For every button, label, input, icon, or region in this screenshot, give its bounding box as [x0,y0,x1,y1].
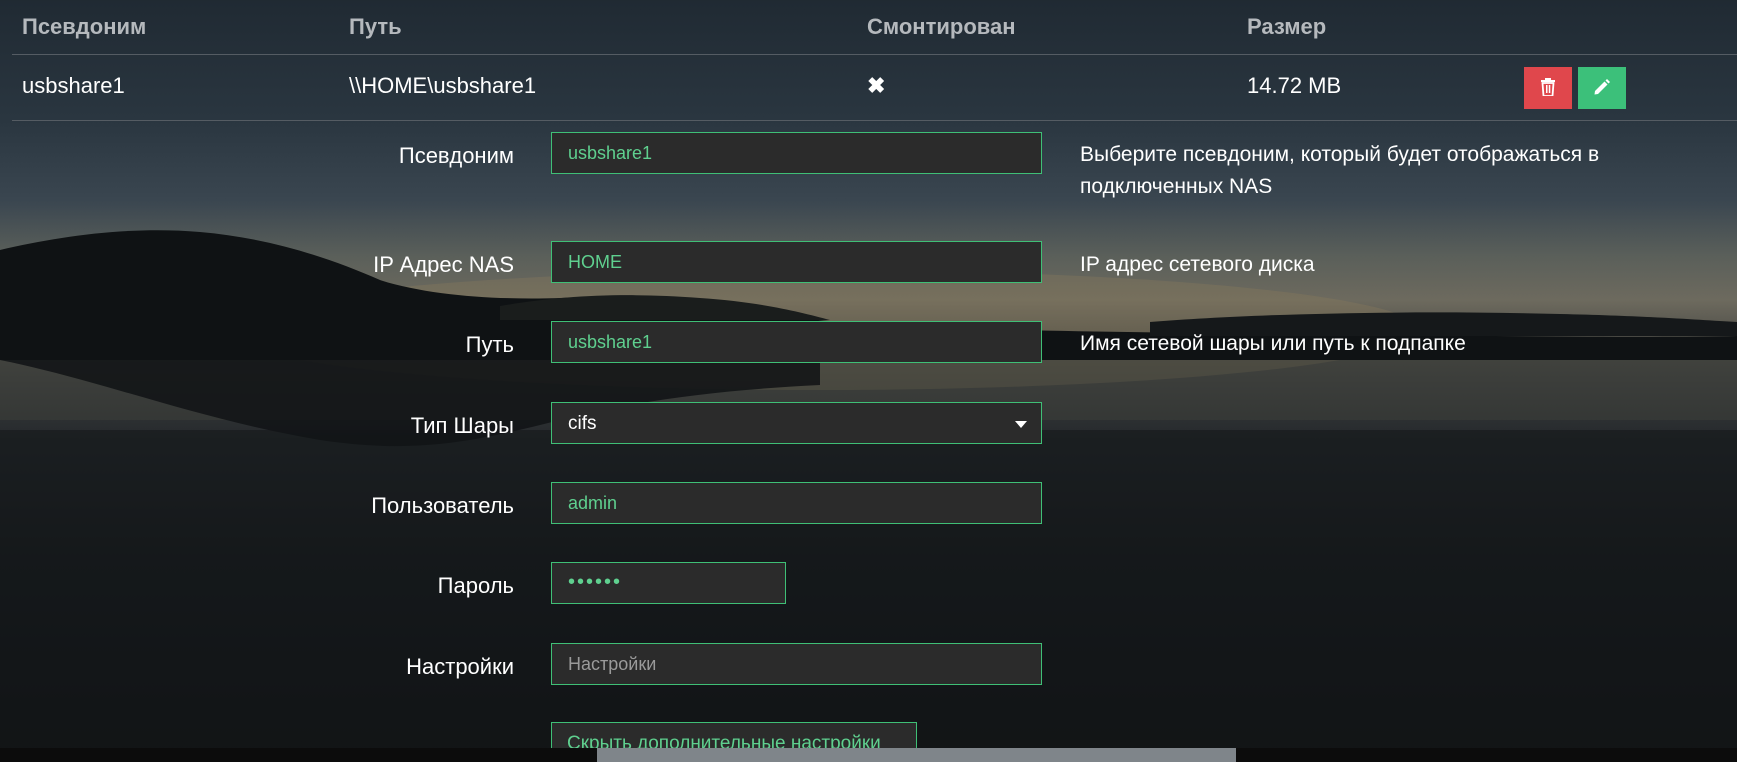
delete-button[interactable] [1524,67,1572,109]
header-alias: Псевдоним [22,14,147,39]
row-size: 14.72 MB [1247,73,1342,98]
help-ip: IP адрес сетевого диска [1080,253,1315,276]
header-mounted: Смонтирован [867,14,1016,39]
share-type-value: cifs [568,413,597,434]
alias-field[interactable] [551,132,1042,174]
header-path: Путь [349,14,402,39]
ip-field[interactable] [551,241,1042,283]
table-row: usbshare1 \\HOME\usbshare1 ✖ 14.72 MB [12,56,1737,121]
header-size: Размер [1247,14,1327,39]
label-share-type: Тип Шары [410,413,514,438]
share-type-select[interactable]: cifs [551,402,1042,444]
label-alias: Псевдоним [398,143,514,168]
edit-button[interactable] [1578,67,1626,109]
label-ip: IP Адрес NAS [373,252,514,277]
caret-down-icon [1015,421,1027,428]
help-path: Имя сетевой шары или путь к подпапке [1080,332,1466,355]
options-field[interactable] [551,643,1042,685]
label-user: Пользователь [371,493,514,518]
user-field[interactable] [551,482,1042,524]
cross-icon: ✖ [867,73,886,98]
label-options: Настройки [406,654,514,679]
label-path: Путь [465,332,514,357]
trash-icon [1540,77,1556,99]
help-alias: Выберите псевдоним, который будет отобра… [1080,143,1600,198]
table-header: Псевдоним Путь Смонтирован Размер [12,0,1737,55]
row-path: \\HOME\usbshare1 [349,73,537,98]
password-field[interactable]: •••••• [551,562,786,604]
label-password: Пароль [437,573,514,598]
path-field[interactable] [551,321,1042,363]
scrollbar-thumb[interactable] [597,748,1236,762]
pencil-icon [1593,78,1611,99]
row-alias: usbshare1 [22,73,125,98]
